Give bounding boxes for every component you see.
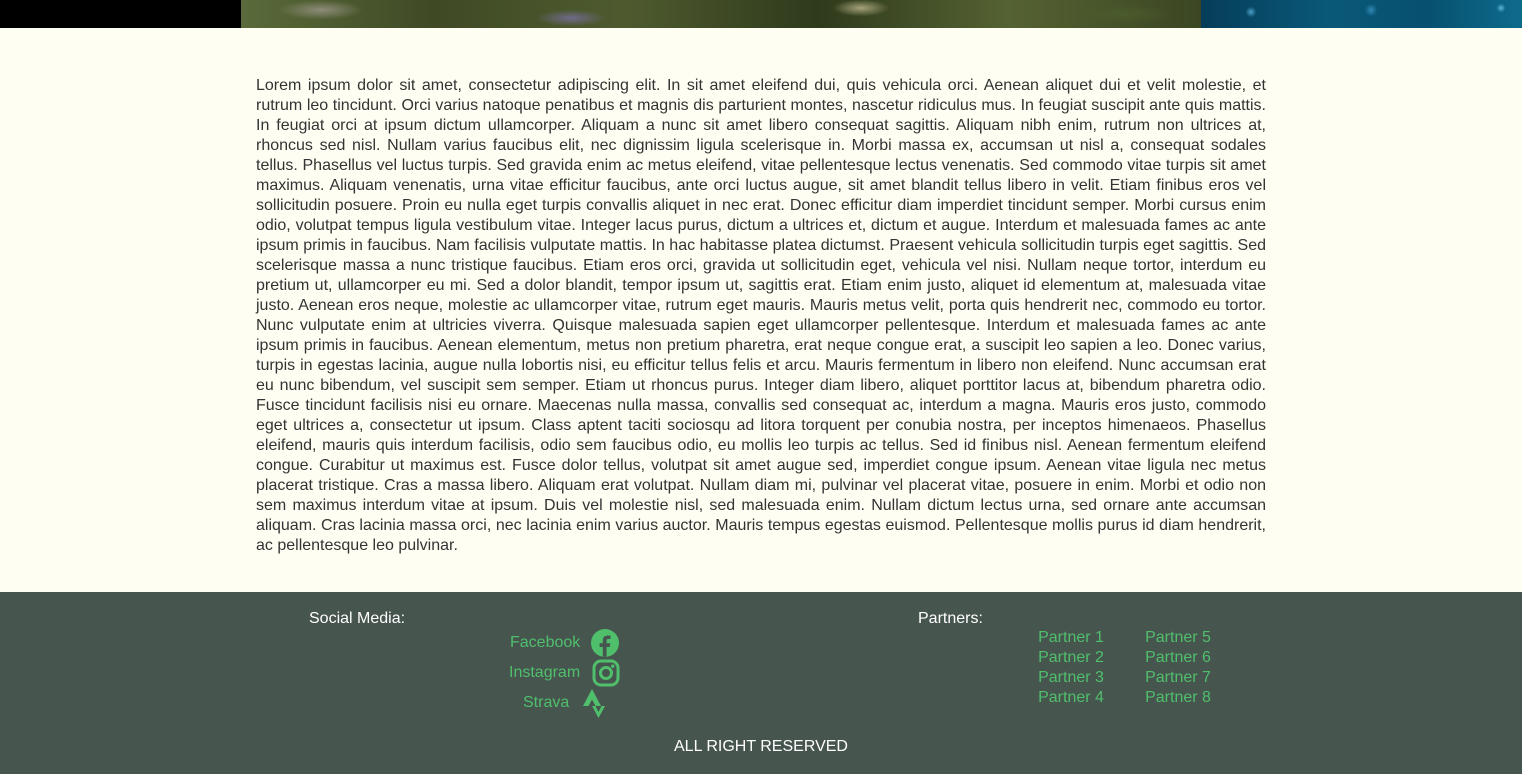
strava-icon[interactable]	[579, 688, 609, 718]
social-link-facebook[interactable]: Facebook	[510, 628, 620, 658]
article-text: Lorem ipsum dolor sit amet, consectetur …	[256, 77, 1266, 554]
partner-link-5[interactable]: Partner 5	[1143, 628, 1213, 648]
partners-column-2: Partner 5 Partner 6 Partner 7 Partner 8	[1143, 628, 1213, 708]
partners-column-1: Partner 1 Partner 2 Partner 3 Partner 4	[1036, 628, 1106, 708]
partner-link-6[interactable]: Partner 6	[1143, 648, 1213, 668]
partner-link-7[interactable]: Partner 7	[1143, 668, 1213, 688]
strava-link[interactable]: Strava	[523, 694, 569, 712]
partner-link-4[interactable]: Partner 4	[1036, 688, 1106, 708]
partners-heading: Partners:	[918, 610, 983, 627]
header-image-foliage	[241, 0, 1201, 28]
instagram-link[interactable]: Instagram	[509, 664, 580, 682]
header-image-black	[0, 0, 241, 28]
partner-link-1[interactable]: Partner 1	[1036, 628, 1106, 648]
partner-link-8[interactable]: Partner 8	[1143, 688, 1213, 708]
header-image-water-drops	[1201, 0, 1522, 28]
header-image-strip	[0, 0, 1522, 28]
social-media-heading: Social Media:	[309, 610, 406, 627]
instagram-icon[interactable]	[591, 658, 621, 688]
footer: Social Media: Facebook Instagram Strava	[0, 592, 1522, 774]
social-link-strava[interactable]: Strava	[523, 688, 609, 718]
partner-link-2[interactable]: Partner 2	[1036, 648, 1106, 668]
facebook-icon[interactable]	[590, 628, 620, 658]
copyright-notice: ALL RIGHT RESERVED	[674, 738, 848, 755]
facebook-link[interactable]: Facebook	[510, 634, 580, 652]
partner-link-3[interactable]: Partner 3	[1036, 668, 1106, 688]
social-link-instagram[interactable]: Instagram	[509, 658, 621, 688]
